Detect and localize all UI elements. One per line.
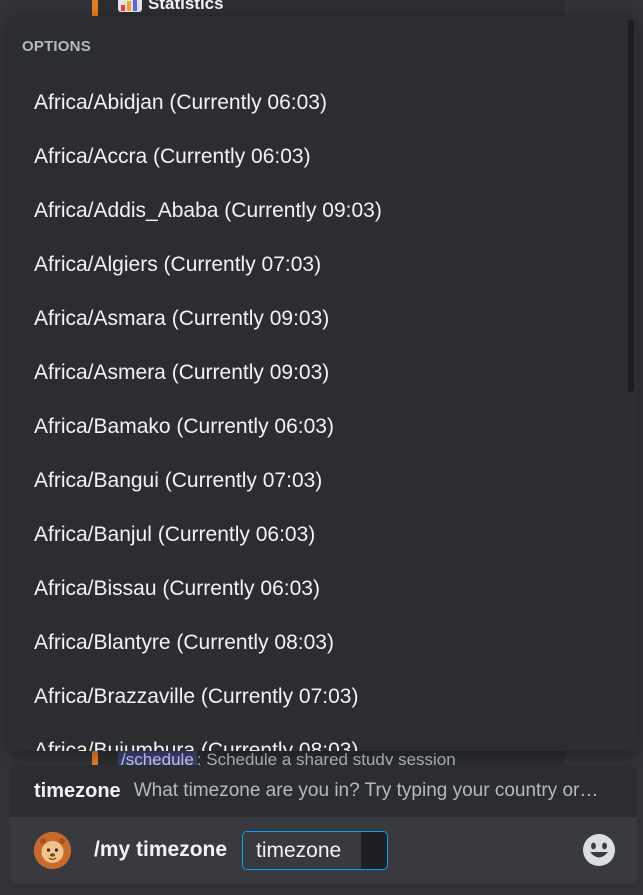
statistics-heading: Statistics [118, 0, 224, 14]
option-item[interactable]: Africa/Asmera (Currently 09:03) [9, 346, 624, 400]
option-item[interactable]: Africa/Bangui (Currently 07:03) [9, 454, 624, 508]
bar-chart-icon [118, 0, 142, 12]
discord-window: Statistics /schedule: Schedule a shared … [0, 0, 643, 895]
option-item[interactable]: Africa/Banjul (Currently 06:03) [9, 508, 624, 562]
popup-scrollbar[interactable] [628, 20, 634, 392]
autocomplete-popup: OPTIONS Africa/Abidjan (Currently 06:03)… [9, 16, 638, 751]
option-hint-bar: timezone What timezone are you in? Try t… [10, 765, 637, 817]
option-item[interactable]: Africa/Abidjan (Currently 06:03) [9, 76, 624, 130]
option-item[interactable]: Africa/Bissau (Currently 06:03) [9, 562, 624, 616]
options-header: OPTIONS [22, 38, 91, 55]
option-item[interactable]: Africa/Blantyre (Currently 08:03) [9, 616, 624, 670]
statistics-label: Statistics [148, 0, 224, 13]
avatar [34, 832, 71, 869]
chat-input-bar[interactable]: /my timezone timezone [10, 817, 637, 884]
option-item[interactable]: Africa/Addis_Ababa (Currently 09:03) [9, 184, 624, 238]
option-item[interactable]: Africa/Asmara (Currently 09:03) [9, 292, 624, 346]
command-name: /my timezone [94, 838, 228, 861]
emoji-button[interactable] [582, 833, 616, 867]
lion-avatar-icon [34, 832, 71, 869]
option-item[interactable]: Africa/Bamako (Currently 06:03) [9, 400, 624, 454]
option-item[interactable]: Africa/Accra (Currently 06:03) [9, 130, 624, 184]
parameter-input[interactable]: timezone [242, 831, 388, 870]
option-item[interactable]: Africa/Brazzaville (Currently 07:03) [9, 670, 624, 724]
hint-option-name: timezone [34, 779, 121, 802]
parameter-label: timezone [243, 832, 361, 869]
options-list: Africa/Abidjan (Currently 06:03) Africa/… [9, 76, 624, 751]
option-item[interactable]: Africa/Bujumbura (Currently 08:03) [9, 724, 624, 751]
smiley-face-icon [583, 834, 615, 866]
hint-option-description: What timezone are you in? Try typing you… [133, 780, 602, 801]
option-item[interactable]: Africa/Algiers (Currently 07:03) [9, 238, 624, 292]
